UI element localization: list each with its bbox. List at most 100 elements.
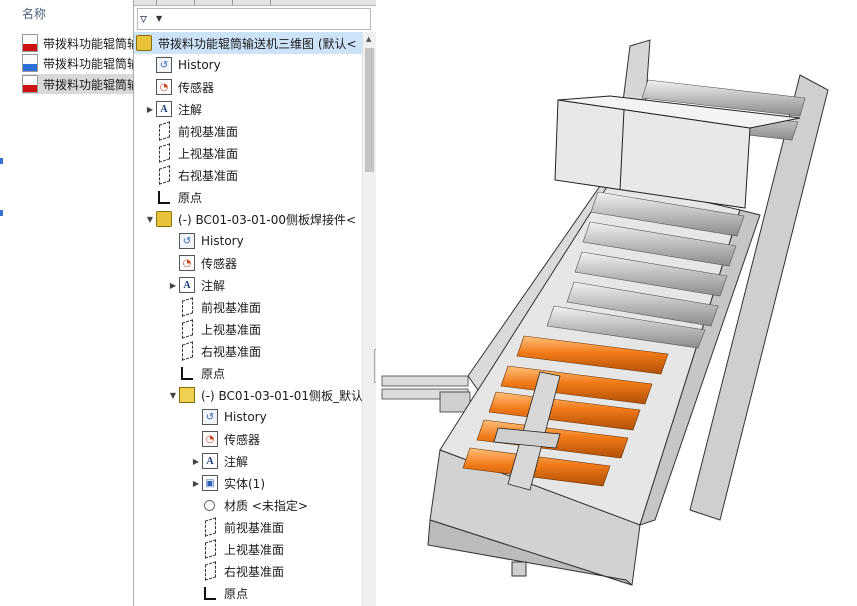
tree-item[interactable]: 原点: [190, 582, 248, 604]
tree-item-label: 右视基准面: [178, 168, 239, 183]
tree-item[interactable]: ▶ A 注解: [167, 274, 225, 296]
tree-item[interactable]: 原点: [167, 362, 225, 384]
tree-item[interactable]: 右视基准面: [144, 164, 238, 186]
tree-item-label: 材质 <未指定>: [224, 498, 308, 513]
tree-item-label: History: [224, 410, 267, 424]
tree-item[interactable]: 前视基准面: [190, 516, 284, 538]
tree-item-label: 实体(1): [224, 476, 265, 491]
plane-icon: [205, 561, 216, 581]
tree-item[interactable]: 材质 <未指定>: [190, 494, 308, 516]
tree-filter-input[interactable]: [137, 8, 371, 30]
assembly-icon: [156, 211, 172, 227]
tree-root-assembly[interactable]: 带拨料功能辊筒输送机三维图 (默认<: [134, 32, 362, 54]
chevron-right-icon[interactable]: ▶: [190, 479, 202, 488]
tree-item-label: 上视基准面: [201, 322, 262, 337]
tree-item[interactable]: 上视基准面: [190, 538, 284, 560]
tree-item[interactable]: ↺ History: [144, 54, 221, 76]
history-icon: ↺: [179, 233, 195, 249]
plane-icon: [159, 143, 170, 163]
feature-manager-tree: ▿ ▼ 带拨料功能辊筒输送机三维图 (默认< ↺ History ◔ 传感器 ▶ A 注解前…: [133, 0, 377, 606]
plane-icon: [182, 319, 193, 339]
plane-icon: [159, 121, 170, 141]
chevron-right-icon[interactable]: ▶: [167, 281, 179, 290]
tree-item[interactable]: ▶ ▣ 实体(1): [190, 472, 265, 494]
chevron-right-icon[interactable]: ▶: [144, 105, 156, 114]
sensor-icon: ◔: [156, 79, 172, 95]
tree-item[interactable]: 前视基准面: [144, 120, 238, 142]
tree-item-label: 注解: [224, 454, 249, 469]
history-icon: ↺: [202, 409, 218, 425]
tree-item-label: 上视基准面: [178, 146, 239, 161]
tree-item-label: 右视基准面: [224, 564, 285, 579]
annotation-icon: A: [202, 453, 218, 469]
file-item-sldasm[interactable]: 带拨料功能辊筒输: [22, 74, 133, 94]
assembly-icon: [136, 35, 152, 51]
origin-icon: [181, 366, 193, 380]
tree-item[interactable]: 上视基准面: [144, 142, 238, 164]
name-column-header[interactable]: 名称: [22, 5, 46, 22]
tree-item[interactable]: ↺ History: [167, 230, 244, 252]
origin-icon: [204, 586, 216, 600]
tree-item-label: 注解: [178, 102, 203, 117]
tree-item-label: (-) BC01-03-01-01侧板_默认: [201, 388, 363, 403]
solid-body-icon: ▣: [202, 475, 218, 491]
file-name: 带拨料功能辊筒输: [43, 56, 133, 71]
funnel-icon[interactable]: ▿: [140, 11, 147, 27]
tree-item[interactable]: 右视基准面: [190, 560, 284, 582]
tree-item-label: 原点: [178, 190, 203, 205]
tree-item-label: 传感器: [201, 256, 238, 271]
tree-item[interactable]: ◔ 传感器: [167, 252, 237, 274]
tree-item[interactable]: 上视基准面: [167, 318, 261, 340]
file-item-pdf[interactable]: 带拨料功能辊筒输: [22, 33, 133, 53]
tree-root-label: 带拨料功能辊筒输送机三维图 (默认<: [158, 36, 357, 51]
history-icon: ↺: [156, 57, 172, 73]
pneumatic-cylinder: [381, 375, 471, 413]
tree-item-label: 传感器: [224, 432, 261, 447]
tree-item[interactable]: 右视基准面: [167, 340, 261, 362]
support-leg: [511, 561, 527, 577]
tree-item[interactable]: ▶ A 注解: [144, 98, 202, 120]
tree-item[interactable]: ▼ (-) BC01-03-01-01侧板_默认: [167, 384, 363, 406]
tree-item-label: 上视基准面: [224, 542, 285, 557]
file-item-rar[interactable]: 带拨料功能辊筒输: [22, 53, 133, 73]
tree-item[interactable]: ▼ (-) BC01-03-01-00侧板焊接件<: [144, 208, 356, 230]
tree-item-label: 原点: [224, 586, 249, 601]
plane-icon: [182, 341, 193, 361]
tree-item[interactable]: ↺ History: [190, 406, 267, 428]
tree-item[interactable]: ◔ 传感器: [144, 76, 214, 98]
tree-item-label: 原点: [201, 366, 226, 381]
plane-icon: [182, 297, 193, 317]
tree-item[interactable]: ▶ A 注解: [190, 450, 248, 472]
chevron-down-icon[interactable]: ▼: [156, 14, 162, 23]
tree-vertical-scrollbar[interactable]: ▲: [362, 32, 376, 606]
chevron-down-icon[interactable]: ▼: [167, 391, 179, 400]
scroll-up-arrow-icon[interactable]: ▲: [366, 35, 371, 43]
file-name: 带拨料功能辊筒输: [43, 77, 133, 92]
tree-item-label: 前视基准面: [224, 520, 285, 535]
tree-item[interactable]: ◔ 传感器: [190, 428, 260, 450]
part-icon: [179, 387, 195, 403]
chevron-down-icon[interactable]: ▼: [144, 215, 156, 224]
annotation-icon: A: [156, 101, 172, 117]
explorer-edge-marker: [0, 210, 3, 216]
filter-bar: ▿ ▼: [134, 6, 376, 32]
sensor-icon: ◔: [202, 431, 218, 447]
plane-icon: [205, 517, 216, 537]
scrollbar-thumb[interactable]: [365, 48, 374, 172]
solidworks-assembly-file-icon: [22, 75, 38, 93]
origin-icon: [158, 190, 170, 204]
tree-item-label: History: [178, 58, 221, 72]
tree-item-label: 前视基准面: [178, 124, 239, 139]
tree-item[interactable]: 前视基准面: [167, 296, 261, 318]
explorer-edge-marker: [0, 158, 3, 164]
file-explorer: 名称 带拨料功能辊筒输 带拨料功能辊筒输 带拨料功能辊筒输: [0, 0, 133, 606]
tree-item[interactable]: 原点: [144, 186, 202, 208]
conveyor-3d-model[interactable]: [376, 0, 857, 606]
tree-item-label: 右视基准面: [201, 344, 262, 359]
pdf-file-icon: [22, 34, 38, 52]
sensor-icon: ◔: [179, 255, 195, 271]
annotation-icon: A: [179, 277, 195, 293]
rar-file-icon: [22, 54, 38, 72]
chevron-right-icon[interactable]: ▶: [190, 457, 202, 466]
graphics-area-3d-viewport[interactable]: [376, 0, 857, 606]
